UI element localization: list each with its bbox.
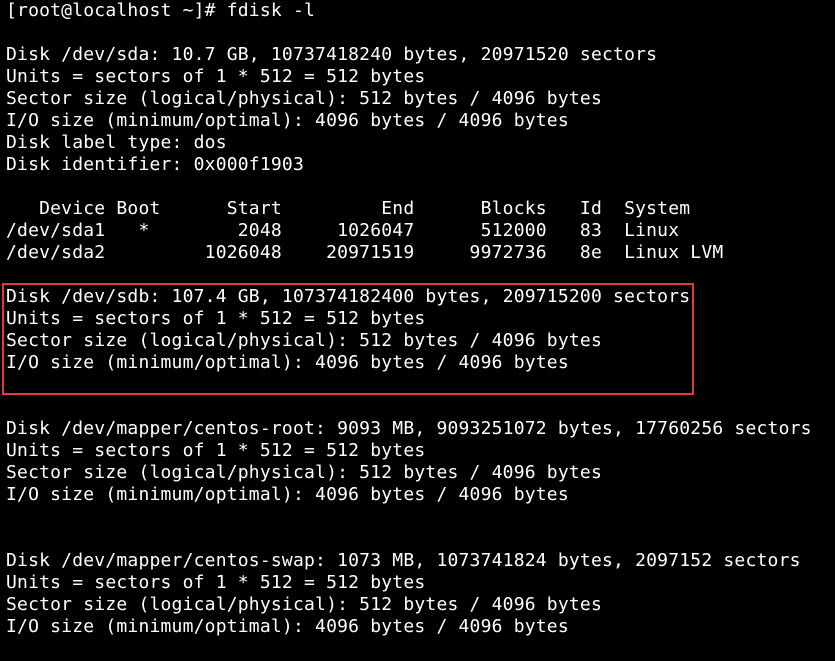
centos-swap-units-line: Units = sectors of 1 * 512 = 512 bytes: [6, 572, 426, 593]
sda-units-line: Units = sectors of 1 * 512 = 512 bytes: [6, 66, 426, 87]
sda-label-type-line: Disk label type: dos: [6, 132, 227, 153]
partition-row-sda1: /dev/sda1 * 2048 1026047 512000 83 Linux: [6, 220, 680, 241]
centos-root-disk-line: Disk /dev/mapper/centos-root: 9093 MB, 9…: [6, 418, 812, 439]
partition-table-header: Device Boot Start End Blocks Id System: [6, 198, 691, 219]
partition-row-sda2: /dev/sda2 1026048 20971519 9972736 8e Li…: [6, 242, 724, 263]
sdb-io-size-line: I/O size (minimum/optimal): 4096 bytes /…: [6, 352, 569, 373]
sdb-disk-line: Disk /dev/sdb: 107.4 GB, 107374182400 by…: [6, 286, 691, 307]
centos-root-units-line: Units = sectors of 1 * 512 = 512 bytes: [6, 440, 426, 461]
centos-root-sector-size-line: Sector size (logical/physical): 512 byte…: [6, 462, 602, 483]
centos-swap-disk-line: Disk /dev/mapper/centos-swap: 1073 MB, 1…: [6, 550, 801, 571]
sdb-sector-size-line: Sector size (logical/physical): 512 byte…: [6, 330, 602, 351]
sda-sector-size-line: Sector size (logical/physical): 512 byte…: [6, 88, 602, 109]
centos-swap-io-size-line: I/O size (minimum/optimal): 4096 bytes /…: [6, 616, 569, 637]
centos-swap-sector-size-line: Sector size (logical/physical): 512 byte…: [6, 594, 602, 615]
command-prompt-line: [root@localhost ~]# fdisk -l: [6, 0, 316, 21]
terminal-output[interactable]: [root@localhost ~]# fdisk -l Disk /dev/s…: [6, 0, 835, 661]
sdb-units-line: Units = sectors of 1 * 512 = 512 bytes: [6, 308, 426, 329]
sda-disk-line: Disk /dev/sda: 10.7 GB, 10737418240 byte…: [6, 44, 658, 65]
sda-identifier-line: Disk identifier: 0x000f1903: [6, 154, 304, 175]
sda-io-size-line: I/O size (minimum/optimal): 4096 bytes /…: [6, 110, 569, 131]
centos-root-io-size-line: I/O size (minimum/optimal): 4096 bytes /…: [6, 484, 569, 505]
